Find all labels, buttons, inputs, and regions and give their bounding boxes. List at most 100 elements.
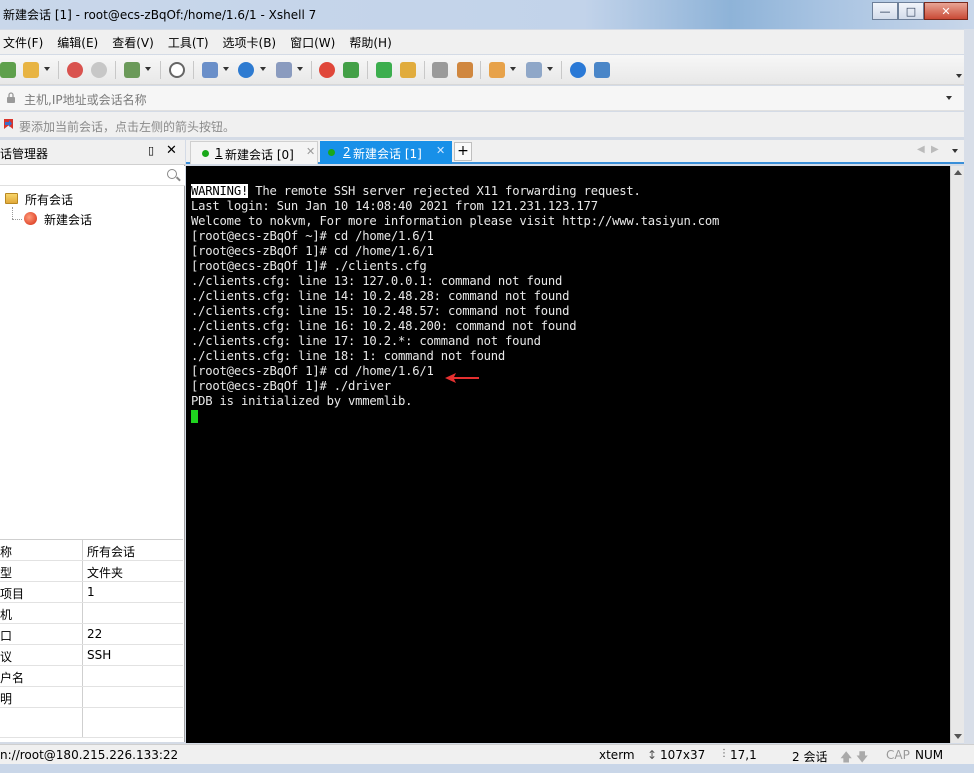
- new-session-icon[interactable]: [0, 62, 16, 78]
- open-folder-icon[interactable]: [23, 62, 39, 78]
- property-value: SSH: [87, 648, 112, 662]
- menu-edit[interactable]: 编辑(E): [54, 34, 105, 51]
- transfer-icon[interactable]: [202, 62, 218, 78]
- transfer-dropdown-icon[interactable]: [223, 67, 229, 71]
- session-search-input[interactable]: [0, 166, 185, 186]
- warning-message: The remote SSH server rejected X11 forwa…: [248, 184, 641, 198]
- window-controls: — □ ✕: [872, 2, 968, 20]
- toolbar: [0, 55, 974, 85]
- new-tab-button[interactable]: +: [454, 142, 472, 161]
- terminal-screen[interactable]: WARNING! The remote SSH server rejected …: [186, 166, 950, 743]
- terminal-scrollbar[interactable]: [950, 166, 964, 743]
- find-icon[interactable]: [169, 62, 185, 78]
- scroll-down-icon[interactable]: [954, 734, 962, 739]
- font-icon[interactable]: [276, 62, 292, 78]
- layout-icon[interactable]: [526, 62, 542, 78]
- terminal-line: ./clients.cfg: line 14: 10.2.48.28: comm…: [191, 289, 570, 303]
- terminal-line: [root@ecs-zBqOf 1]# cd /home/1.6/1: [191, 244, 434, 258]
- font-dropdown-icon[interactable]: [297, 67, 303, 71]
- toolbar-overflow-icon[interactable]: [956, 74, 962, 78]
- tree-node-new-session[interactable]: 新建会话: [44, 211, 92, 228]
- xshell-icon[interactable]: [319, 62, 335, 78]
- property-value-empty: [83, 708, 183, 737]
- tree-node-all-sessions[interactable]: 所有会话: [25, 191, 73, 208]
- tab-session-1[interactable]: 2 新建会话 [1] ✕: [320, 141, 452, 164]
- menu-tools[interactable]: 工具(T): [165, 34, 216, 51]
- terminal-cursor: [191, 410, 198, 423]
- tab-close-icon[interactable]: ✕: [436, 144, 445, 157]
- layout-dropdown-icon[interactable]: [547, 67, 553, 71]
- tab-close-icon[interactable]: ✕: [306, 145, 315, 158]
- menu-bar: 文件(F) 编辑(E) 查看(V) 工具(T) 选项卡(B) 窗口(W) 帮助(…: [0, 30, 974, 54]
- minimize-button[interactable]: —: [872, 2, 898, 20]
- close-panel-icon[interactable]: ✕: [166, 143, 177, 158]
- property-value: 文件夹: [87, 566, 124, 580]
- menu-view[interactable]: 查看(V): [109, 34, 161, 51]
- status-bar: n://root@180.215.226.133:22 xterm ↕ 107x…: [0, 744, 974, 764]
- terminal-line: ./clients.cfg: line 15: 10.2.48.57: comm…: [191, 304, 570, 318]
- disconnect-icon[interactable]: [91, 62, 107, 78]
- pin-icon[interactable]: ▯: [148, 144, 154, 157]
- menu-help[interactable]: 帮助(H): [346, 34, 398, 51]
- open-dropdown-icon[interactable]: [44, 67, 50, 71]
- address-dropdown-icon[interactable]: [946, 96, 952, 100]
- toolbar-separator: [561, 61, 562, 79]
- search-icon: [167, 169, 177, 179]
- property-key-empty: [0, 708, 83, 737]
- connect-icon[interactable]: [67, 62, 83, 78]
- tab-scroll-right-icon[interactable]: ▶: [931, 144, 939, 155]
- properties-icon[interactable]: [124, 62, 140, 78]
- address-bar[interactable]: 主机,IP地址或会话名称: [0, 86, 974, 111]
- toolbar-separator: [160, 61, 161, 79]
- terminal-line: [root@ecs-zBqOf 1]# ./driver: [191, 379, 391, 393]
- compose-icon[interactable]: [457, 62, 473, 78]
- close-button[interactable]: ✕: [924, 2, 968, 20]
- property-key: 机: [0, 603, 83, 623]
- terminal-line: ./clients.cfg: line 18: 1: command not f…: [191, 349, 506, 363]
- terminal-line: Welcome to nokvm, For more information p…: [191, 214, 720, 228]
- toolbar-separator: [115, 61, 116, 79]
- property-key: 型: [0, 561, 83, 581]
- xftp-icon[interactable]: [343, 62, 359, 78]
- property-value: 1: [87, 585, 95, 599]
- status-num: NUM: [915, 748, 944, 762]
- fullscreen-icon[interactable]: [376, 62, 392, 78]
- chat-icon[interactable]: [594, 62, 610, 78]
- property-value: [83, 666, 183, 686]
- add-tab-dropdown-icon[interactable]: [510, 67, 516, 71]
- add-tab-icon[interactable]: [489, 62, 505, 78]
- globe-icon[interactable]: [238, 62, 254, 78]
- property-key: 项目: [0, 582, 83, 602]
- lock-icon[interactable]: [400, 62, 416, 78]
- tab-label: 新建会话 [1]: [353, 147, 422, 161]
- menu-file[interactable]: 文件(F): [0, 34, 50, 51]
- terminal-line: PDB is initialized by vmmemlib.: [191, 394, 413, 408]
- globe-dropdown-icon[interactable]: [260, 67, 266, 71]
- title-bar: 新建会话 [1] - root@ecs-zBqOf:/home/1.6/1 - …: [0, 0, 974, 29]
- status-term-type: xterm: [599, 748, 635, 762]
- menu-window[interactable]: 窗口(W): [287, 34, 342, 51]
- tab-scroll-left-icon[interactable]: ◀: [917, 144, 925, 155]
- session-icon: [24, 212, 37, 225]
- keyboard-icon[interactable]: [432, 62, 448, 78]
- terminal-line: ./clients.cfg: line 13: 127.0.0.1: comma…: [191, 274, 563, 288]
- tab-list-dropdown-icon[interactable]: [952, 149, 958, 153]
- size-icon: ↕: [647, 748, 658, 762]
- tab-session-0[interactable]: 1 新建会话 [0] ✕: [190, 141, 318, 164]
- terminal-line: [root@ecs-zBqOf 1]# cd /home/1.6/1: [191, 364, 434, 378]
- status-cursor-pos: 17,1: [730, 748, 757, 762]
- property-row: 口 22: [0, 624, 183, 645]
- maximize-button[interactable]: □: [898, 2, 924, 20]
- property-key: 议: [0, 645, 83, 665]
- bookmark-arrow-icon[interactable]: [3, 119, 14, 130]
- menu-tabs[interactable]: 选项卡(B): [220, 34, 284, 51]
- property-row: 项目 1: [0, 582, 183, 603]
- folder-icon: [5, 193, 18, 204]
- tab-bar: 1 新建会话 [0] ✕ 2 新建会话 [1] ✕ + ◀ ▶: [186, 140, 964, 164]
- help-icon[interactable]: [570, 62, 586, 78]
- properties-dropdown-icon[interactable]: [145, 67, 151, 71]
- scroll-up-icon[interactable]: [954, 170, 962, 175]
- property-row: 机: [0, 603, 183, 624]
- terminal-line: ./clients.cfg: line 17: 10.2.*: command …: [191, 334, 541, 348]
- status-size: 107x37: [660, 748, 706, 762]
